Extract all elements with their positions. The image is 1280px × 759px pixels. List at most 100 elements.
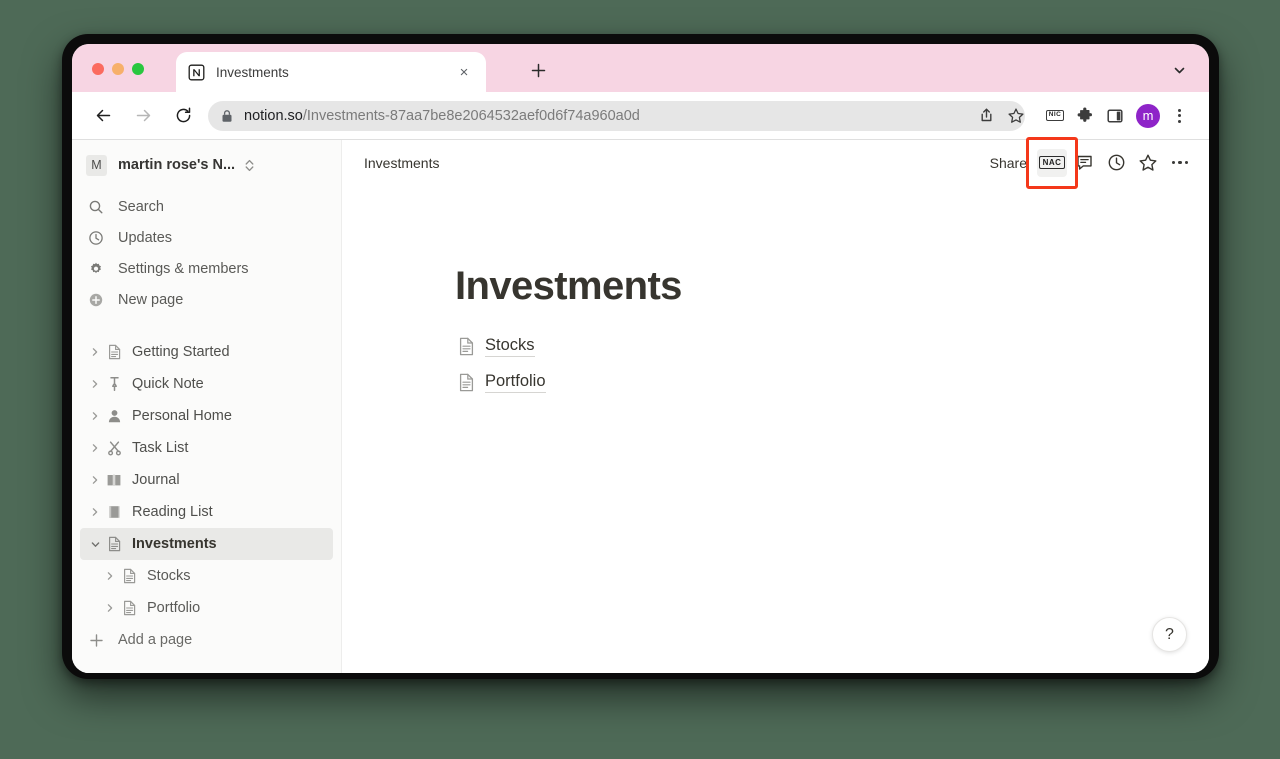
page-title[interactable]: Investments [455, 263, 1102, 309]
browser-tab[interactable]: Investments × [176, 52, 486, 92]
url-text: notion.so/Investments-87aa7be8e2064532ae… [244, 108, 640, 124]
back-arrow-icon[interactable] [88, 101, 118, 131]
chevron-right-icon[interactable] [86, 443, 104, 453]
kebab-menu-icon[interactable] [1165, 101, 1193, 131]
gear-icon [86, 261, 106, 277]
help-button[interactable]: ? [1152, 617, 1187, 652]
ellipsis-icon[interactable] [1165, 149, 1195, 177]
sidebar-page-getting-started[interactable]: Getting Started [80, 336, 333, 368]
chevron-right-icon[interactable] [101, 571, 119, 581]
browser-toolbar: notion.so/Investments-87aa7be8e2064532ae… [72, 92, 1209, 139]
address-bar[interactable]: notion.so/Investments-87aa7be8e2064532ae… [208, 100, 1025, 131]
puzzle-piece-icon[interactable] [1071, 101, 1099, 131]
notion-main: Investments Share NAC Investments Stocks… [342, 136, 1209, 673]
chevron-right-icon[interactable] [101, 603, 119, 613]
sidebar-page-task-list[interactable]: Task List [80, 432, 333, 464]
nic-badge-label: NIC [1045, 110, 1065, 121]
close-tab-button[interactable]: × [454, 62, 474, 82]
scissors-icon [104, 440, 124, 456]
sidebar-page-label: Quick Note [132, 376, 204, 392]
chevron-right-icon[interactable] [86, 475, 104, 485]
url-path: /Investments-87aa7be8e2064532aef0d6f74a9… [302, 107, 640, 124]
pushpin-icon [104, 376, 124, 392]
omnibox-actions [971, 101, 1031, 131]
person-icon [104, 408, 124, 424]
page-link-portfolio[interactable]: Portfolio [455, 367, 1102, 397]
page-link-label: Stocks [485, 336, 535, 357]
share-icon[interactable] [971, 101, 1001, 131]
chevron-right-icon[interactable] [86, 347, 104, 357]
workspace-avatar: M [86, 154, 107, 176]
topbar-actions: Share NAC [982, 136, 1195, 189]
star-outline-icon[interactable] [1133, 149, 1163, 177]
share-button[interactable]: Share [982, 151, 1035, 175]
sidebar-page-personal-home[interactable]: Personal Home [80, 400, 333, 432]
nic-extension-badge-icon[interactable]: NIC [1041, 101, 1069, 131]
new-tab-button[interactable] [524, 56, 552, 84]
close-window-button[interactable] [92, 63, 104, 75]
reload-icon[interactable] [168, 101, 198, 131]
sidebar-page-label: Stocks [147, 568, 191, 584]
profile-avatar[interactable]: m [1136, 103, 1160, 128]
search-icon [86, 199, 106, 215]
sidebar-page-reading-list[interactable]: Reading List [80, 496, 333, 528]
document-icon [104, 536, 124, 552]
sidebar-page-investments[interactable]: Investments [80, 528, 333, 560]
notion-topbar: Investments Share NAC [342, 136, 1209, 189]
sidebar-page-label: Portfolio [147, 600, 201, 616]
sidebar-page-label: Investments [132, 536, 217, 552]
clock-icon [86, 230, 106, 246]
sidebar-page-stocks[interactable]: Stocks [80, 560, 333, 592]
sidebar-item-new-page[interactable]: New page [80, 284, 333, 315]
notion-sidebar: M martin rose's N... Search Updates Sett… [72, 140, 342, 673]
window-traffic-lights [92, 63, 144, 75]
browser-window: Investments × notion.so/Investments-87aa… [72, 44, 1209, 673]
lock-icon [221, 109, 233, 123]
comment-icon[interactable] [1069, 149, 1099, 177]
nac-badge-button[interactable]: NAC [1026, 136, 1078, 189]
sidebar-item-label: Search [118, 198, 164, 215]
tabstrip-chevron-down-icon[interactable] [1167, 58, 1191, 82]
breadcrumb[interactable]: Investments [364, 155, 982, 171]
side-panel-icon[interactable] [1101, 101, 1129, 131]
document-icon [119, 600, 139, 616]
sidebar-item-search[interactable]: Search [80, 191, 333, 222]
plus-icon [86, 633, 106, 648]
document-icon [119, 568, 139, 584]
sidebar-page-label: Journal [132, 472, 180, 488]
sidebar-item-label: Updates [118, 229, 173, 246]
forward-arrow-icon[interactable] [128, 101, 158, 131]
star-outline-icon[interactable] [1001, 101, 1031, 131]
sidebar-page-label: Personal Home [132, 408, 232, 424]
sidebar-item-label: New page [118, 291, 184, 308]
sidebar-item-label: Settings & members [118, 260, 249, 277]
sidebar-page-journal[interactable]: Journal [80, 464, 333, 496]
workspace-switcher[interactable]: M martin rose's N... [80, 149, 333, 181]
notion-content: Investments Stocks Portfolio ? [342, 185, 1209, 673]
maximize-window-button[interactable] [132, 63, 144, 75]
sidebar-page-quick-note[interactable]: Quick Note [80, 368, 333, 400]
plus-icon [531, 63, 545, 77]
chevron-right-icon[interactable] [86, 379, 104, 389]
chevron-right-icon[interactable] [86, 507, 104, 517]
add-a-page-label: Add a page [118, 632, 193, 648]
browser-tab-strip: Investments × [72, 44, 1209, 92]
chevron-down-icon[interactable] [86, 539, 104, 550]
url-host: notion.so [244, 107, 303, 124]
sidebar-pages-list: Getting Started Quick Note Personal Home… [72, 336, 341, 624]
page-link-label: Portfolio [485, 372, 546, 393]
add-a-page-button[interactable]: Add a page [80, 624, 333, 656]
nac-badge-label: NAC [1039, 156, 1065, 169]
notion-logo-icon [188, 64, 205, 81]
document-icon [455, 373, 477, 392]
sidebar-item-updates[interactable]: Updates [80, 222, 333, 253]
document-icon [455, 337, 477, 356]
toolbar-extras: NIC m [1041, 101, 1193, 131]
clock-icon[interactable] [1101, 149, 1131, 177]
sidebar-item-settings-members[interactable]: Settings & members [80, 253, 333, 284]
page-link-stocks[interactable]: Stocks [455, 331, 1102, 361]
sidebar-page-portfolio[interactable]: Portfolio [80, 592, 333, 624]
minimize-window-button[interactable] [112, 63, 124, 75]
sidebar-page-label: Reading List [132, 504, 213, 520]
chevron-right-icon[interactable] [86, 411, 104, 421]
